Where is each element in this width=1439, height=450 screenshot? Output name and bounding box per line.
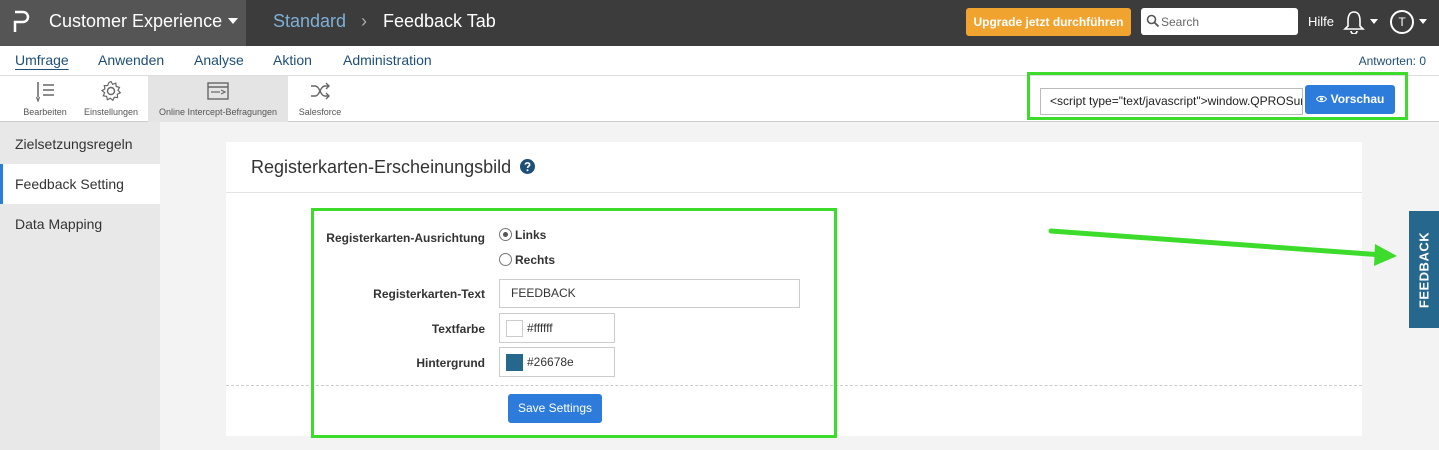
script-snippet-field[interactable]: <script type="text/javascript">window.QP… xyxy=(1040,88,1303,115)
app-name: Customer Experience xyxy=(49,11,223,31)
highlight-box-form xyxy=(311,208,837,438)
preview-button[interactable]: Vorschau xyxy=(1305,85,1395,114)
tool-label: Bearbeiten xyxy=(23,107,67,117)
bell-icon[interactable] xyxy=(1343,10,1365,34)
gear-icon xyxy=(100,80,122,102)
page-title: Feedback Tab xyxy=(383,11,496,31)
chevron-down-icon xyxy=(228,18,238,24)
nav-item-anwenden[interactable]: Anwenden xyxy=(98,52,164,68)
top-bar: Customer Experience Standard › Feedback … xyxy=(0,0,1439,46)
logo-icon xyxy=(13,10,30,32)
preview-label: Vorschau xyxy=(1330,92,1385,106)
breadcrumb-root-link[interactable]: Standard xyxy=(273,11,346,32)
search-input[interactable] xyxy=(1161,11,1291,32)
tool-label: Online Intercept-Befragungen xyxy=(158,107,278,117)
app-switcher[interactable]: Customer Experience xyxy=(0,0,246,46)
tool-einstellungen[interactable]: Einstellungen xyxy=(77,76,145,122)
tool-online-intercept[interactable]: Online Intercept-Befragungen xyxy=(148,76,288,122)
avatar[interactable]: T xyxy=(1390,10,1414,34)
search-box xyxy=(1141,8,1298,35)
nav-item-aktion[interactable]: Aktion xyxy=(273,52,312,68)
chevron-down-icon xyxy=(1419,19,1427,24)
search-icon xyxy=(1146,14,1160,28)
panel-title: Registerkarten-Erscheinungsbild xyxy=(251,157,512,177)
feedback-tab[interactable]: FEEDBACK xyxy=(1409,211,1439,328)
help-link[interactable]: Hilfe xyxy=(1308,14,1334,29)
nav-item-analyse[interactable]: Analyse xyxy=(194,52,244,68)
help-icon[interactable] xyxy=(520,159,535,174)
feedback-tab-label: FEEDBACK xyxy=(1416,231,1432,308)
sidebar-item-data-mapping[interactable]: Data Mapping xyxy=(0,204,160,244)
tool-bearbeiten[interactable]: Bearbeiten xyxy=(16,76,74,122)
breadcrumb-separator: › xyxy=(361,11,367,31)
nav-item-administration[interactable]: Administration xyxy=(343,52,432,68)
arrow-annotation-icon xyxy=(1048,228,1397,266)
intercept-icon xyxy=(207,82,229,100)
chevron-down-icon xyxy=(1370,19,1378,24)
edit-list-icon xyxy=(35,82,54,102)
shuffle-icon xyxy=(311,82,330,100)
settings-sidebar: Zielsetzungsregeln Feedback Setting Data… xyxy=(0,122,160,450)
sidebar-item-feedback-setting[interactable]: Feedback Setting xyxy=(0,164,160,204)
responses-count[interactable]: Antworten: 0 xyxy=(1359,54,1426,68)
sidebar-item-zielsetzungsregeln[interactable]: Zielsetzungsregeln xyxy=(0,124,160,164)
nav-item-umfrage[interactable]: Umfrage xyxy=(15,52,69,68)
eye-icon xyxy=(1315,95,1327,103)
tool-label: Einstellungen xyxy=(83,107,139,117)
tool-label: Salesforce xyxy=(298,107,342,117)
upgrade-button[interactable]: Upgrade jetzt durchführen xyxy=(966,8,1131,36)
tool-salesforce[interactable]: Salesforce xyxy=(292,76,348,122)
divider xyxy=(226,192,1362,193)
